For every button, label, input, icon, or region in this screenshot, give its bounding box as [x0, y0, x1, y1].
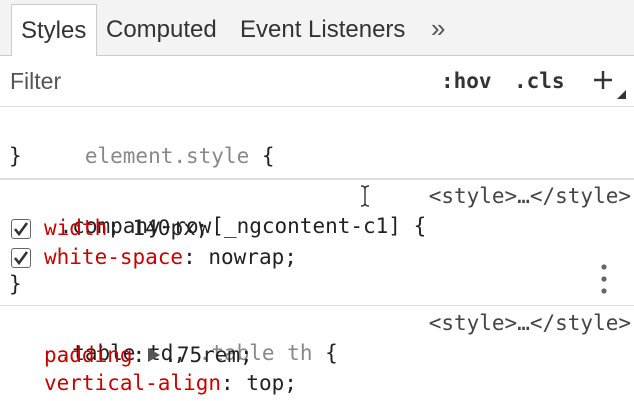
text-cursor-icon [360, 185, 370, 207]
open-brace: { [261, 144, 275, 168]
cls-toggle-button[interactable]: .cls [514, 66, 565, 96]
rule-source-link[interactable]: <style>…</style> [429, 181, 631, 211]
property-name[interactable]: width [44, 216, 107, 240]
more-tabs-chevron-icon[interactable]: » [431, 8, 445, 48]
tab-styles[interactable]: Styles [11, 4, 97, 57]
close-brace: } [9, 272, 22, 296]
property-value[interactable]: nowrap [208, 245, 284, 269]
plus-icon [594, 71, 626, 99]
styles-toolbar: :hov .cls [0, 56, 634, 107]
sidebar-tab-bar: Styles Computed Event Listeners » [0, 0, 634, 57]
close-brace: } [9, 144, 22, 168]
tab-computed[interactable]: Computed [106, 4, 217, 56]
hov-toggle-button[interactable]: :hov [441, 66, 492, 96]
property-name[interactable]: padding [44, 343, 133, 367]
declaration: vertical-align: top; [44, 371, 297, 395]
property-name[interactable]: white-space [44, 245, 183, 269]
filter-input[interactable] [10, 66, 420, 96]
new-style-rule-button[interactable] [590, 60, 630, 102]
declaration-checkbox[interactable] [11, 248, 31, 268]
declaration: padding: .75rem; [44, 343, 253, 367]
declaration-checkbox[interactable] [11, 219, 31, 239]
tab-event-listeners[interactable]: Event Listeners [240, 4, 405, 56]
open-brace: { [413, 214, 427, 238]
checkmark-icon [13, 251, 29, 266]
rule-source-link[interactable]: <style>…</style> [429, 308, 631, 338]
declaration: width: 140px; [44, 216, 209, 240]
declaration: white-space: nowrap; [44, 245, 297, 269]
rule-divider [0, 305, 634, 306]
rule-element-style: element.style { } [0, 107, 634, 179]
expand-shorthand-icon[interactable] [148, 347, 161, 362]
rule-selector[interactable]: element.style [85, 144, 249, 168]
property-value[interactable]: top [246, 371, 284, 395]
rule-divider [0, 179, 634, 180]
property-value[interactable]: .75rem [164, 343, 240, 367]
checkmark-icon [13, 222, 29, 237]
open-brace: { [325, 341, 338, 365]
more-options-icon[interactable] [594, 262, 614, 298]
property-value[interactable]: 140px [133, 216, 196, 240]
property-name[interactable]: vertical-align [44, 371, 221, 395]
